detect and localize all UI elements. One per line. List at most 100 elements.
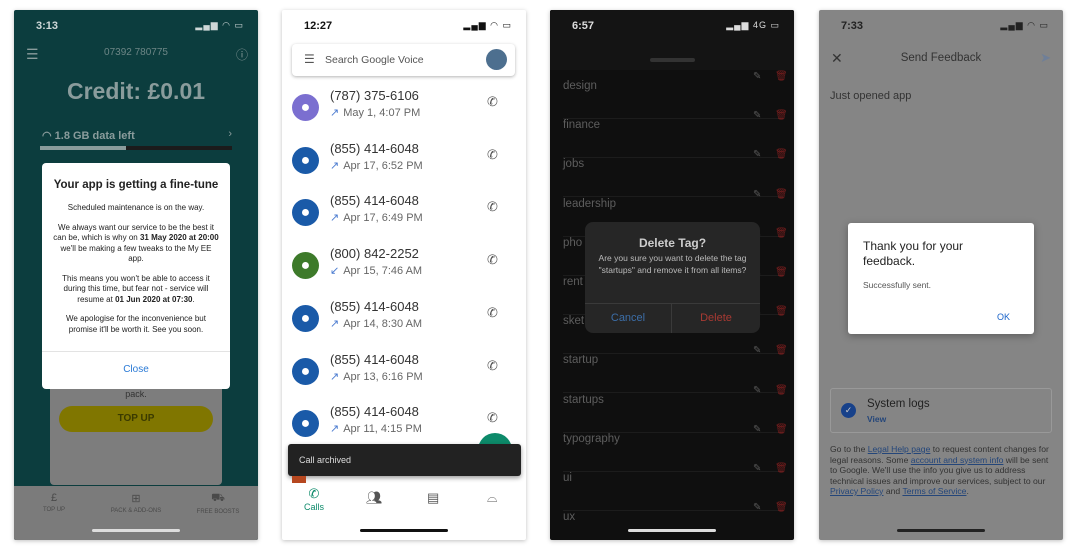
dialog-title: Delete Tag? [638, 236, 707, 250]
contact-avatar-icon: ● [292, 94, 319, 121]
tag-row[interactable]: startup ✎ 🗑︎ [563, 345, 788, 394]
tag-label: typography [563, 432, 620, 445]
delete-trash-icon[interactable]: 🗑︎ [775, 345, 788, 356]
tag-row[interactable]: jobs ✎ 🗑︎ [563, 149, 788, 198]
send-icon[interactable]: ➤ [1040, 50, 1051, 66]
delete-trash-icon[interactable]: 🗑︎ [775, 502, 788, 513]
terms-link[interactable]: Terms of Service [902, 486, 966, 496]
call-button-phone-icon[interactable]: ✆ [487, 252, 498, 268]
call-direction-icon: ↗ [330, 212, 340, 225]
legal-text: Go to the Legal Help page to request con… [830, 444, 1049, 496]
tag-label: pho [563, 236, 583, 249]
delete-trash-icon[interactable]: 🗑︎ [775, 110, 788, 121]
status-icons: ▂▄▆ ◠ ▭ [195, 20, 244, 30]
sheet-handle[interactable] [650, 58, 695, 62]
ee-app-screen: 3:13 ▂▄▆ ◠ ▭ ☰ 07392 780775 ⓘ Credit: £0… [14, 10, 258, 540]
pound-icon: £ [50, 492, 58, 504]
data-left[interactable]: ◠ 1.8 GB data left [42, 129, 135, 142]
contacts-icon[interactable]: 👥︎ [366, 490, 383, 506]
cancel-button[interactable]: Cancel [585, 303, 672, 333]
edit-pencil-icon[interactable]: ✎ [753, 189, 761, 200]
tag-row[interactable]: ui ✎ 🗑︎ [563, 463, 788, 511]
home-indicator [897, 529, 985, 532]
nav-top-up[interactable]: £ TOP UP [14, 492, 94, 513]
tag-row[interactable]: startups ✎ 🗑︎ [563, 385, 788, 433]
call-button-phone-icon[interactable]: ✆ [487, 147, 498, 163]
tag-row[interactable]: ux ✎ 🗑︎ [563, 502, 788, 540]
delete-trash-icon[interactable]: 🗑︎ [775, 306, 788, 317]
edit-pencil-icon[interactable]: ✎ [753, 149, 761, 160]
feedback-input[interactable]: Just opened app [830, 90, 911, 102]
status-time: 3:13 [36, 20, 59, 32]
call-number: (855) 414-6048 [330, 404, 419, 420]
search-bar[interactable]: ☰ Search Google Voice [292, 44, 515, 76]
call-date: ↗ Apr 13, 6:16 PM [330, 370, 423, 383]
menu-icon[interactable]: ☰ [304, 52, 315, 66]
home-indicator [360, 529, 448, 532]
tag-row[interactable]: typography ✎ 🗑︎ [563, 424, 788, 472]
view-link[interactable]: View [867, 414, 886, 424]
call-row[interactable]: ● (787) 375-6106 ↗ May 1, 4:07 PM ✆ [282, 88, 526, 147]
checkbox-checked-icon[interactable]: ✓ [841, 403, 856, 418]
messages-icon[interactable]: ▤ [427, 490, 439, 506]
edit-pencil-icon[interactable]: ✎ [753, 345, 761, 356]
tag-row[interactable]: design ✎ 🗑︎ [563, 71, 788, 119]
dialog-text: This means you won't be able to access i… [62, 273, 210, 304]
search-input[interactable]: Search Google Voice [325, 54, 424, 66]
edit-pencil-icon[interactable]: ✎ [753, 71, 761, 82]
voicemail-icon[interactable]: ⌓ [487, 490, 497, 506]
edit-pencil-icon[interactable]: ✎ [753, 463, 761, 474]
call-number: (855) 414-6048 [330, 140, 419, 156]
page-title: Send Feedback [900, 52, 982, 64]
call-button-phone-icon[interactable]: ✆ [487, 305, 498, 321]
tag-label: design [563, 80, 597, 92]
status-icons: ▂▄▆ 4G ▭ [726, 20, 780, 30]
data-progress-fill [40, 146, 127, 150]
delete-trash-icon[interactable]: 🗑︎ [775, 149, 788, 160]
home-indicator [92, 529, 180, 532]
status-time: 12:27 [304, 20, 333, 32]
call-row[interactable]: ● (800) 842-2252 ↙ Apr 15, 7:46 AM ✆ [282, 246, 526, 305]
close-button[interactable]: Close [42, 351, 230, 389]
call-row[interactable]: ● (855) 414-6048 ↗ Apr 17, 6:52 PM ✆ [282, 141, 526, 200]
privacy-policy-link[interactable]: Privacy Policy [830, 486, 883, 496]
tags-screen: 6:57 ▂▄▆ 4G ▭ design ✎ 🗑︎ finance ✎ 🗑︎ job… [550, 10, 794, 540]
nav-free-boosts[interactable]: ⛟ FREE BOOSTS [178, 492, 258, 515]
tag-label: startup [563, 354, 599, 367]
tag-row[interactable]: finance ✎ 🗑︎ [563, 110, 788, 159]
info-icon[interactable]: ⓘ [236, 46, 248, 63]
nav-calls[interactable]: ✆ Calls [304, 486, 324, 512]
account-info-link[interactable]: account and system info [911, 455, 1004, 465]
system-logs-option[interactable]: ✓ System logs View [830, 388, 1052, 433]
nav-pack-add-ons[interactable]: ⊞ PACK & ADD-ONS [96, 492, 176, 514]
delete-trash-icon[interactable]: 🗑︎ [775, 424, 788, 435]
delete-trash-icon[interactable]: 🗑︎ [775, 228, 788, 239]
top-up-button[interactable]: TOP UP [59, 406, 213, 432]
delete-trash-icon[interactable]: 🗑︎ [775, 385, 788, 396]
edit-pencil-icon[interactable]: ✎ [753, 385, 761, 396]
avatar[interactable] [486, 49, 507, 70]
edit-pencil-icon[interactable]: ✎ [753, 502, 761, 513]
legal-help-link[interactable]: Legal Help page [868, 444, 931, 454]
call-button-phone-icon[interactable]: ✆ [487, 410, 498, 426]
edit-pencil-icon[interactable]: ✎ [753, 424, 761, 435]
edit-pencil-icon[interactable]: ✎ [753, 110, 761, 121]
data-left-label: 1.8 GB data left [54, 130, 135, 142]
call-button-phone-icon[interactable]: ✆ [487, 94, 498, 110]
status-time: 7:33 [841, 20, 864, 32]
chevron-right-icon[interactable]: › [228, 128, 232, 140]
call-row[interactable]: ● (855) 414-6048 ↗ Apr 13, 6:16 PM ✆ [282, 352, 526, 411]
dialog-message: Are you sure you want to delete the tag … [598, 253, 747, 275]
call-number: (800) 842-2252 [330, 246, 419, 262]
call-button-phone-icon[interactable]: ✆ [487, 199, 498, 215]
delete-trash-icon[interactable]: 🗑︎ [775, 189, 788, 200]
delete-button[interactable]: Delete [672, 303, 760, 333]
call-row[interactable]: ● (855) 414-6048 ↗ Apr 17, 6:49 PM ✆ [282, 193, 526, 252]
delete-trash-icon[interactable]: 🗑︎ [775, 267, 788, 278]
ok-button[interactable]: OK [997, 312, 1010, 322]
delete-trash-icon[interactable]: 🗑︎ [775, 71, 788, 82]
call-number: (855) 414-6048 [330, 193, 419, 209]
call-button-phone-icon[interactable]: ✆ [487, 358, 498, 374]
delete-trash-icon[interactable]: 🗑︎ [775, 463, 788, 474]
call-row[interactable]: ● (855) 414-6048 ↗ Apr 14, 8:30 AM ✆ [282, 299, 526, 358]
